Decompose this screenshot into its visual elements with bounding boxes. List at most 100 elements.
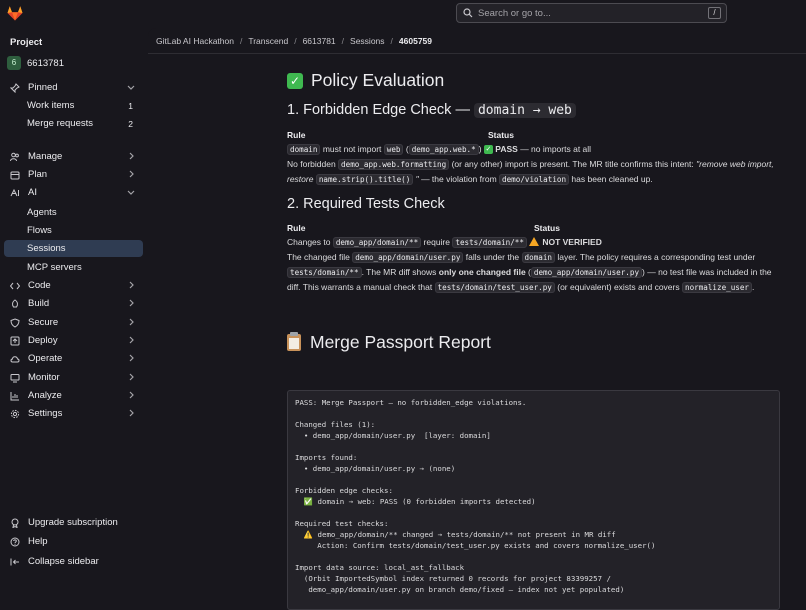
chevron-right-icon bbox=[129, 281, 134, 289]
sidebar-item-mcp-servers[interactable]: MCP servers bbox=[4, 259, 143, 276]
sidebar-item-work-items[interactable]: Work items 1 bbox=[4, 97, 143, 114]
sidebar-item-deploy[interactable]: Deploy bbox=[4, 332, 143, 349]
merge-passport-code-block: PASS: Merge Passport — no forbidden_edge… bbox=[287, 390, 780, 610]
code-line: demo_app/domain/user.py on branch demo/f… bbox=[295, 585, 625, 594]
code-line: PASS: Merge Passport — no forbidden_edge… bbox=[295, 398, 527, 407]
project-switcher[interactable]: 6 6613781 bbox=[7, 56, 64, 70]
divider bbox=[148, 53, 806, 54]
rocket-icon bbox=[9, 298, 20, 309]
search-shortcut-key: / bbox=[708, 7, 721, 19]
monitor-icon bbox=[9, 372, 20, 383]
code-icon bbox=[9, 280, 20, 291]
help-link[interactable]: Help bbox=[4, 533, 143, 550]
policy-evaluation-heading: ✓ Policy Evaluation bbox=[287, 70, 444, 91]
chevron-right-icon bbox=[129, 170, 134, 178]
pin-icon bbox=[9, 82, 20, 93]
code-line: Changed files (1): bbox=[295, 420, 376, 429]
sidebar-item-monitor[interactable]: Monitor bbox=[4, 369, 143, 386]
breadcrumb-item[interactable]: Sessions bbox=[350, 36, 385, 46]
code-line: • demo_app/domain/user.py → (none) bbox=[295, 464, 456, 473]
breadcrumb: GitLab AI Hackathon / Transcend/ 6613781/… bbox=[156, 36, 432, 46]
sidebar-item-analyze[interactable]: Analyze bbox=[4, 387, 143, 404]
status-pass: PASS bbox=[495, 144, 518, 154]
search-input[interactable]: Search or go to... / bbox=[456, 3, 727, 23]
check-mark-icon: ✓ bbox=[483, 145, 493, 155]
check1-explanation: No forbidden demo_app.web.formatting (or… bbox=[287, 159, 774, 185]
collapse-icon bbox=[9, 556, 20, 567]
search-icon bbox=[463, 8, 473, 18]
deploy-icon bbox=[9, 335, 20, 346]
sidebar-item-sessions[interactable]: Sessions bbox=[4, 240, 143, 257]
sidebar-item-merge-requests[interactable]: Merge requests 2 bbox=[4, 115, 143, 132]
chevron-right-icon bbox=[129, 373, 134, 381]
chart-icon bbox=[9, 390, 20, 401]
sidebar-item-pinned[interactable]: Pinned bbox=[4, 79, 143, 96]
code-line: Forbidden edge checks: bbox=[295, 486, 393, 495]
sidebar-item-settings[interactable]: Settings bbox=[4, 405, 143, 422]
users-icon bbox=[9, 151, 20, 162]
project-name: 6613781 bbox=[27, 57, 64, 69]
warning-icon bbox=[529, 237, 540, 246]
code-line: (Orbit ImportedSymbol index returned 0 r… bbox=[295, 574, 611, 583]
sidebar-item-secure[interactable]: Secure bbox=[4, 314, 143, 331]
main-panel: GitLab AI Hackathon / Transcend/ 6613781/… bbox=[148, 28, 806, 610]
search-placeholder: Search or go to... bbox=[478, 7, 551, 19]
gear-icon bbox=[9, 408, 20, 419]
chevron-right-icon bbox=[129, 409, 134, 417]
chevron-right-icon bbox=[129, 354, 134, 362]
shield-icon bbox=[9, 317, 20, 328]
help-icon bbox=[9, 536, 20, 547]
count-badge: 1 bbox=[128, 100, 133, 111]
sidebar-header: Project bbox=[10, 37, 43, 48]
chevron-right-icon bbox=[129, 299, 134, 307]
chevron-right-icon bbox=[129, 391, 134, 399]
rocket-icon bbox=[9, 517, 20, 528]
chevron-right-icon bbox=[129, 336, 134, 344]
code-line: Import data source: local_ast_fallback bbox=[295, 563, 465, 572]
chevron-right-icon bbox=[129, 152, 134, 160]
project-avatar: 6 bbox=[7, 56, 21, 70]
breadcrumb-item[interactable]: GitLab AI Hackathon bbox=[156, 36, 234, 46]
sidebar-item-ai[interactable]: AI bbox=[4, 184, 143, 201]
breadcrumb-item[interactable]: 6613781 bbox=[303, 36, 336, 46]
calendar-icon bbox=[9, 169, 20, 180]
required-tests-heading: 2. Required Tests Check bbox=[287, 196, 445, 212]
sidebar-item-manage[interactable]: Manage bbox=[4, 148, 143, 165]
check1-table-header: Rule Status bbox=[287, 130, 514, 140]
chevron-right-icon bbox=[129, 318, 134, 326]
code-line: Action: Confirm tests/domain/test_user.p… bbox=[295, 541, 656, 550]
sidebar-item-plan[interactable]: Plan bbox=[4, 166, 143, 183]
code-line: ✅ domain → web: PASS (0 forbidden import… bbox=[295, 497, 536, 506]
collapse-sidebar-button[interactable]: Collapse sidebar bbox=[4, 553, 143, 570]
sidebar-item-agents[interactable]: Agents bbox=[4, 204, 143, 221]
status-not-verified: NOT VERIFIED bbox=[542, 237, 602, 247]
code-line: Required test checks: bbox=[295, 519, 389, 528]
sidebar-item-operate[interactable]: Operate bbox=[4, 350, 143, 367]
clipboard-icon bbox=[287, 332, 301, 351]
code-line: • demo_app/domain/user.py [layer: domain… bbox=[295, 431, 491, 440]
top-bar: Search or go to... / bbox=[0, 0, 806, 28]
sidebar-item-flows[interactable]: Flows bbox=[4, 222, 143, 239]
gitlab-logo-icon[interactable] bbox=[6, 4, 24, 22]
upgrade-subscription-link[interactable]: Upgrade subscription bbox=[4, 514, 143, 531]
chevron-down-icon bbox=[127, 190, 135, 195]
check-mark-icon: ✓ bbox=[287, 72, 303, 89]
check2-explanation: The changed file demo_app/domain/user.py… bbox=[287, 252, 772, 293]
ai-icon bbox=[9, 187, 20, 198]
check2-table-row: Changes to demo_app/domain/** require te… bbox=[287, 237, 602, 248]
chevron-down-icon bbox=[127, 85, 135, 90]
code-line: ⚠️ demo_app/domain/** changed → tests/do… bbox=[295, 530, 616, 539]
breadcrumb-item[interactable]: Transcend bbox=[248, 36, 288, 46]
count-badge: 2 bbox=[128, 118, 133, 129]
sidebar-item-build[interactable]: Build bbox=[4, 295, 143, 312]
forbidden-edge-heading: 1. Forbidden Edge Check — domain → web bbox=[287, 102, 576, 118]
breadcrumb-current: 4605759 bbox=[398, 36, 432, 46]
sidebar: Project 6 6613781 Pinned Work items 1 Me… bbox=[0, 28, 148, 572]
code-line: Imports found: bbox=[295, 453, 358, 462]
check1-table-row: domain must not import web (demo_app.web… bbox=[287, 143, 787, 157]
sidebar-item-code[interactable]: Code bbox=[4, 277, 143, 294]
